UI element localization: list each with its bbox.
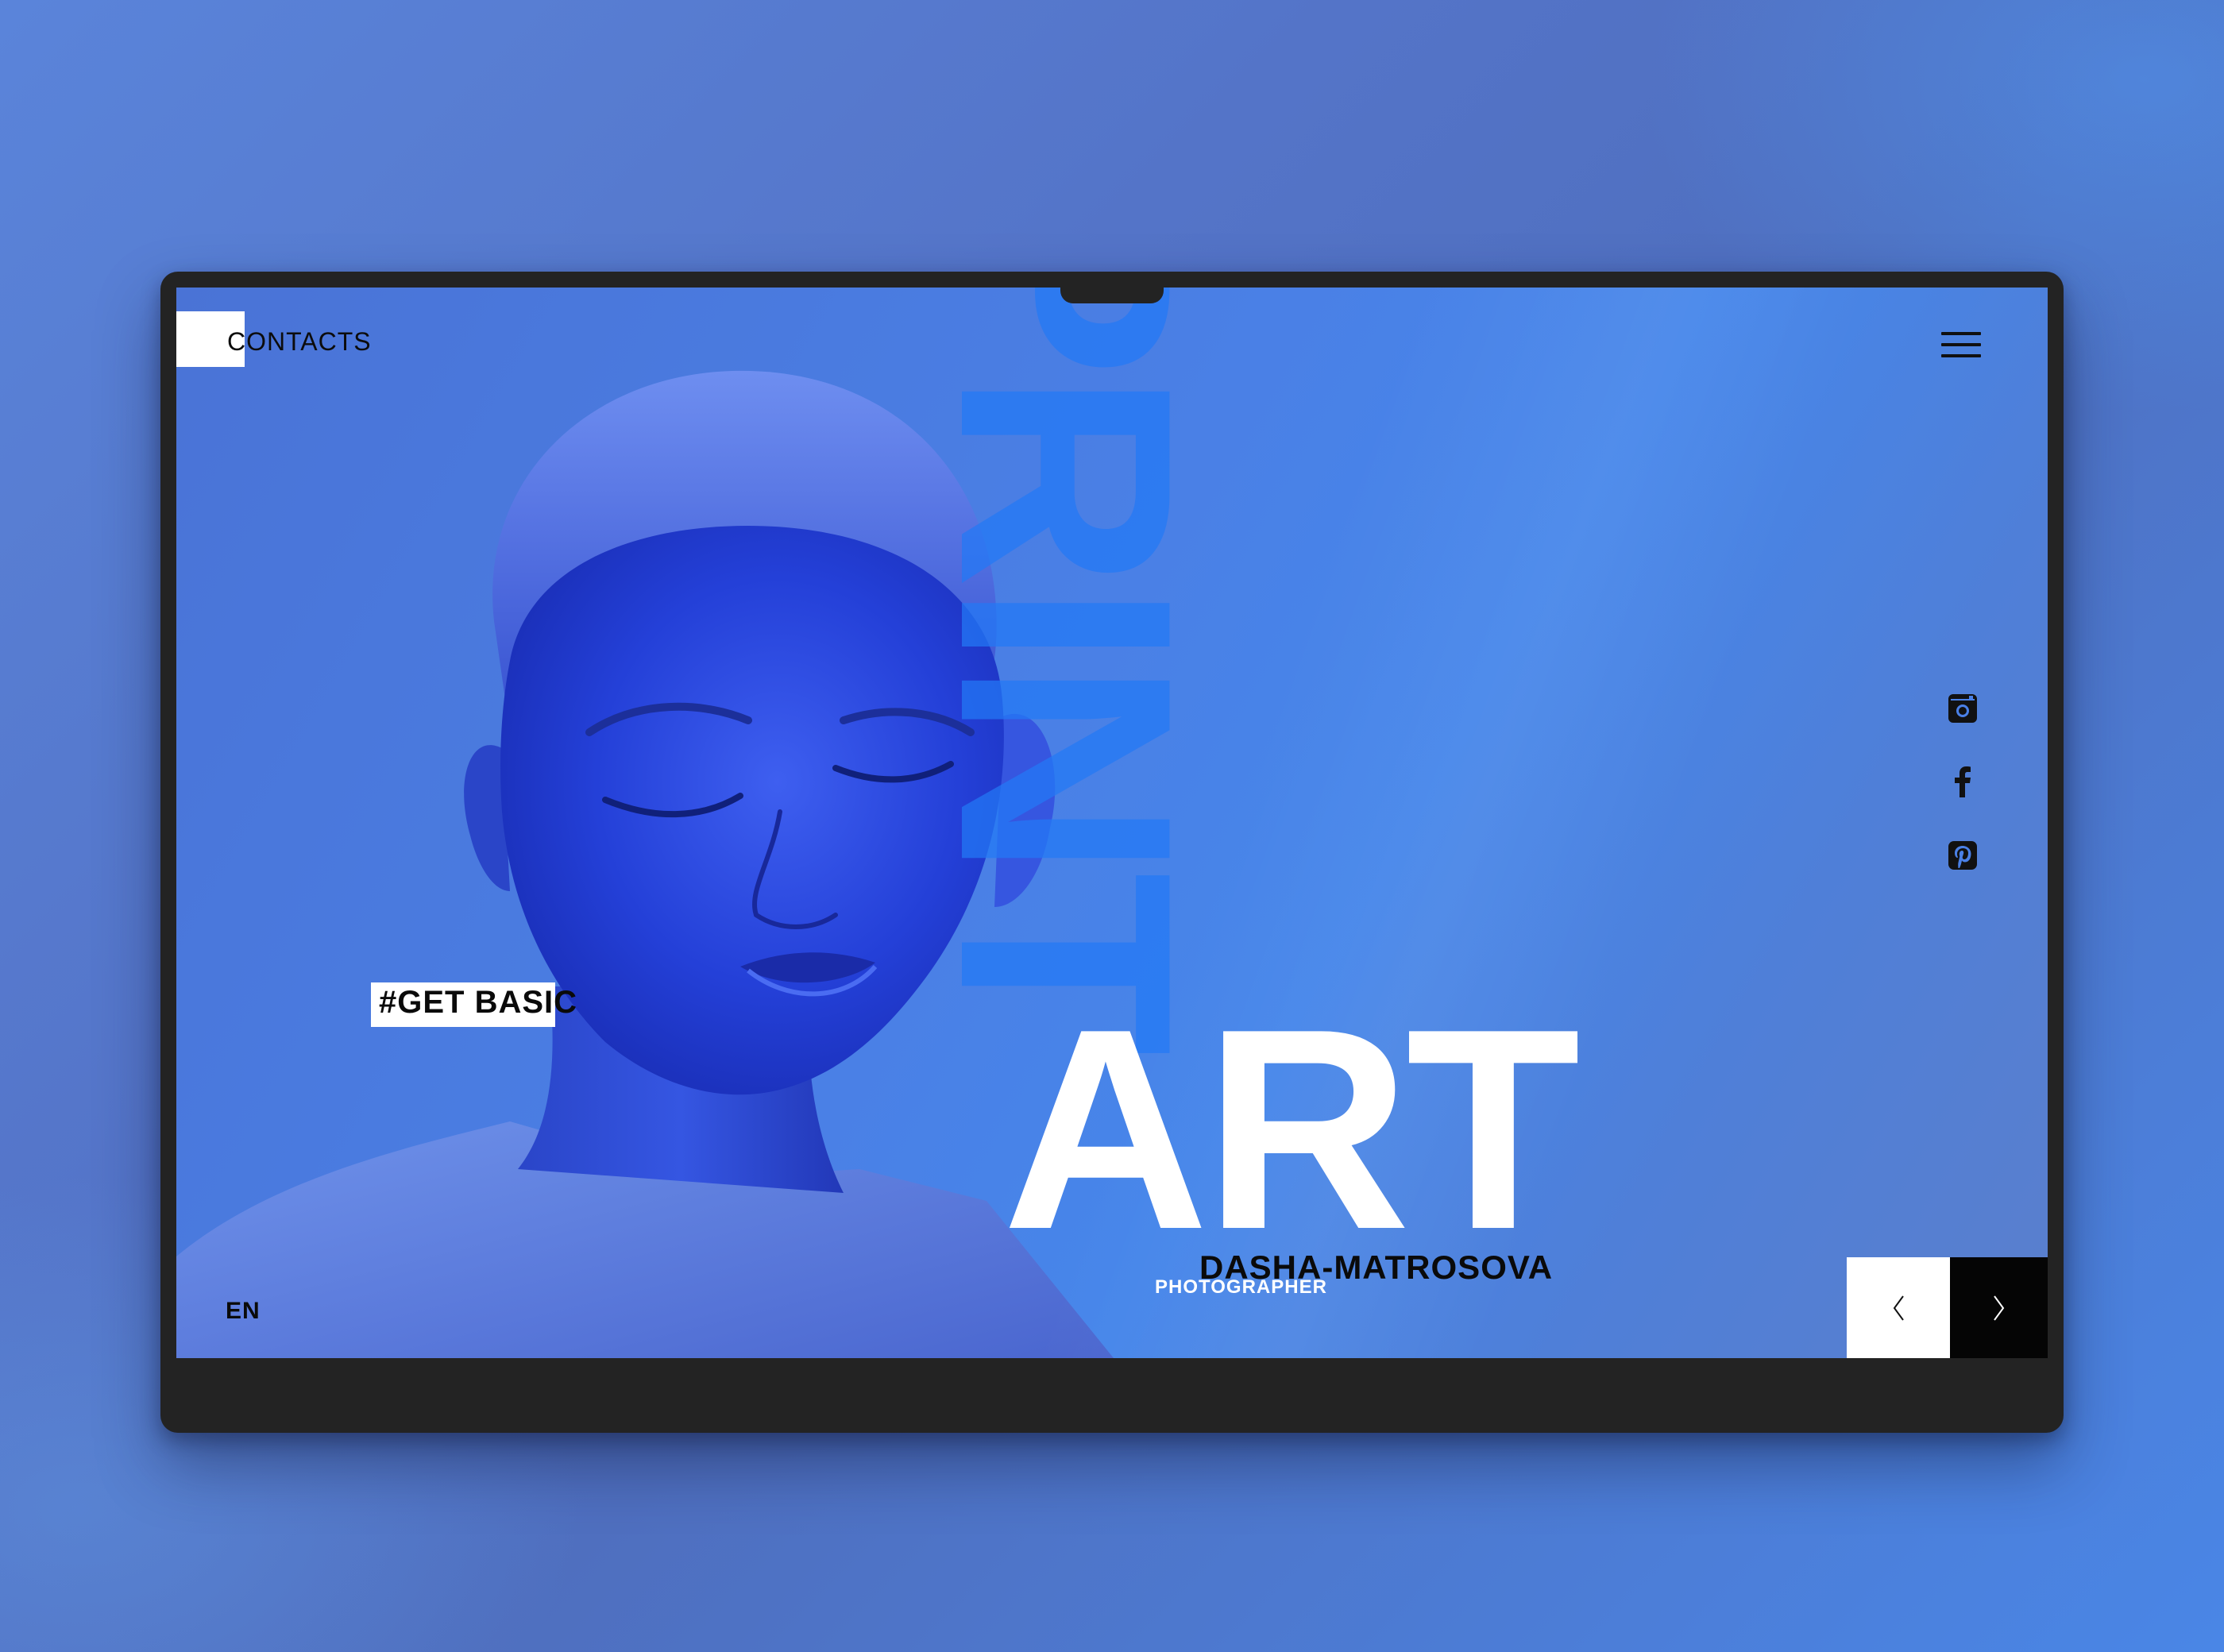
hashtag-label[interactable]: #GET BASIC (379, 985, 577, 1021)
slider-prev-button[interactable] (1847, 1257, 1950, 1358)
contacts-link[interactable]: CONTACTS (227, 327, 372, 357)
chevron-left-icon (1893, 1295, 1904, 1321)
language-switcher[interactable]: EN (226, 1298, 261, 1325)
menu-line (1941, 343, 1981, 346)
hamburger-menu-button[interactable] (1941, 329, 1984, 361)
pinterest-icon[interactable] (1947, 840, 1979, 871)
photographer-role: PHOTOGRAPHER (1155, 1276, 1327, 1298)
facebook-icon[interactable] (1947, 766, 1979, 797)
laptop-camera-notch (1060, 284, 1164, 303)
menu-line (1941, 332, 1981, 335)
instagram-icon[interactable] (1947, 693, 1979, 724)
menu-line (1941, 354, 1981, 357)
laptop-screen: PRINT CONTACTS #GET BASIC ART DASHA-MATR… (176, 288, 2048, 1358)
chevron-right-icon (1993, 1295, 2004, 1321)
slider-next-button[interactable] (1950, 1257, 2048, 1358)
hero-headline: ART (1002, 970, 1581, 1289)
